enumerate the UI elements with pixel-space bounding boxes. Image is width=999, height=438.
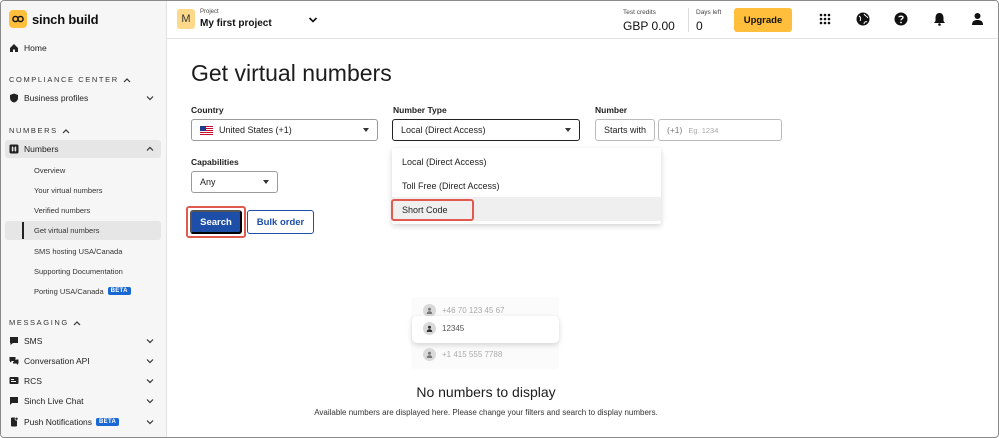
list-item: +1 415 555 7788 (423, 348, 502, 361)
caret-down-icon (363, 128, 369, 132)
sample-number: 12345 (442, 324, 465, 333)
sidebar-subitem-your-virtual-numbers[interactable]: Your virtual numbers (34, 183, 103, 197)
sidebar-item-business-profiles[interactable]: Business profiles (9, 90, 159, 106)
country-code-prefix: (+1) (667, 125, 683, 135)
number-type-label: Number Type (393, 105, 447, 115)
number-type-value: Local (Direct Access) (401, 125, 486, 135)
app-frame: sinch build Home COMPLIANCE CENTER Busin… (0, 0, 999, 438)
chevron-down-icon (146, 420, 154, 425)
country-label: Country (191, 105, 224, 115)
number-placeholder: Eg. 1234 (688, 125, 719, 135)
person-icon (423, 322, 436, 335)
capabilities-select[interactable]: Any (191, 171, 278, 193)
days-left-value: 0 (696, 19, 703, 33)
sidebar-item-label: Push Notifications (24, 417, 93, 427)
top-bar: M Project My first project Test credits … (167, 1, 998, 39)
brand-logo[interactable]: sinch build (9, 10, 99, 28)
sample-number: +1 415 555 7788 (442, 350, 503, 359)
user-account-icon[interactable] (970, 12, 984, 26)
bulk-order-button[interactable]: Bulk order (247, 210, 314, 234)
project-name[interactable]: My first project (200, 18, 272, 29)
chevron-up-icon (62, 128, 70, 133)
number-input[interactable]: (+1) Eg. 1234 (658, 119, 782, 141)
number-label: Number (595, 105, 628, 115)
person-icon (423, 348, 436, 361)
chat-bubble-icon (9, 336, 19, 346)
capabilities-value: Any (200, 177, 216, 187)
sidebar-subitem-supporting-documentation[interactable]: Supporting Documentation (34, 264, 123, 278)
sinch-logo-icon (9, 10, 27, 28)
conversation-icon (9, 356, 19, 366)
sample-number: +46 70 123 45 67 (442, 306, 505, 315)
list-item: 12345 (423, 322, 464, 335)
beta-badge: BETA (96, 418, 120, 426)
apps-grid-icon[interactable] (818, 12, 832, 26)
section-messaging[interactable]: MESSAGING (9, 318, 81, 327)
empty-state-subtitle: Available numbers are displayed here. Pl… (314, 408, 658, 417)
days-left-label: Days left (696, 9, 722, 16)
number-match-select[interactable]: Starts with (595, 119, 655, 141)
us-flag-icon (200, 125, 213, 135)
option-toll-free-direct-access[interactable]: Toll Free (Direct Access) (402, 181, 500, 191)
sidebar-item-conversation-api[interactable]: Conversation API (9, 353, 159, 369)
project-avatar[interactable]: M (177, 9, 195, 29)
caret-down-icon (263, 180, 269, 184)
option-local-direct-access[interactable]: Local (Direct Access) (402, 157, 487, 167)
sidebar-item-label: Home (24, 43, 47, 53)
sidebar-subitem-porting[interactable]: Porting USA/Canada BETA (34, 284, 131, 298)
chevron-up-icon (73, 320, 81, 325)
chevron-down-icon (146, 359, 154, 364)
bell-icon[interactable] (932, 12, 946, 26)
country-select[interactable]: United States (+1) (191, 119, 378, 141)
chevron-down-icon[interactable] (308, 15, 318, 25)
upgrade-button[interactable]: Upgrade (734, 8, 792, 32)
sidebar-subitem-get-virtual-numbers[interactable]: Get virtual numbers (34, 223, 99, 237)
number-match-value: Starts with (604, 125, 647, 135)
section-compliance-center[interactable]: COMPLIANCE CENTER (9, 75, 131, 84)
number-type-select[interactable]: Local (Direct Access) (392, 119, 580, 141)
sidebar-item-label: Numbers (24, 144, 59, 154)
sidebar-item-home[interactable]: Home (9, 40, 159, 56)
test-credits-value: GBP 0.00 (623, 19, 675, 33)
short-code-highlight (391, 199, 474, 221)
chevron-down-icon (146, 339, 154, 344)
sidebar-item-sms[interactable]: SMS (9, 333, 159, 349)
brand-name: sinch build (32, 11, 99, 27)
section-label: MESSAGING (9, 318, 69, 327)
hash-icon (9, 144, 19, 154)
help-icon[interactable] (894, 12, 908, 26)
section-label: NUMBERS (9, 126, 58, 135)
page-title: Get virtual numbers (191, 60, 392, 86)
beta-badge: BETA (107, 287, 131, 295)
sidebar-item-label: SMS (24, 336, 43, 346)
sidebar-subitem-overview[interactable]: Overview (34, 163, 65, 177)
project-label: Project (200, 9, 219, 15)
sidebar-item-label: Conversation API (24, 356, 90, 366)
divider (688, 8, 689, 32)
empty-state-title: No numbers to display (416, 384, 556, 400)
sidebar: sinch build Home COMPLIANCE CENTER Busin… (1, 1, 167, 437)
sidebar-subitem-verified-numbers[interactable]: Verified numbers (34, 203, 90, 217)
capabilities-label: Capabilities (191, 157, 239, 167)
country-value: United States (+1) (219, 125, 292, 135)
section-label: COMPLIANCE CENTER (9, 75, 119, 84)
active-indicator (22, 222, 24, 239)
chevron-up-icon (123, 77, 131, 82)
chevron-up-icon (146, 146, 154, 151)
sidebar-item-numbers[interactable]: Numbers (9, 141, 159, 157)
chevron-down-icon (146, 96, 154, 101)
home-icon (9, 43, 19, 53)
sidebar-subitem-sms-hosting[interactable]: SMS hosting USA/Canada (34, 244, 122, 258)
search-button-highlight (186, 206, 246, 238)
shield-icon (9, 93, 19, 103)
section-numbers[interactable]: NUMBERS (9, 126, 70, 135)
push-notification-icon (9, 417, 19, 427)
sidebar-item-label: Business profiles (24, 93, 89, 103)
sidebar-item-label: Porting USA/Canada (34, 286, 104, 296)
globe-icon[interactable] (856, 12, 870, 26)
caret-down-icon (565, 128, 571, 132)
test-credits-label: Test credits (623, 9, 656, 16)
